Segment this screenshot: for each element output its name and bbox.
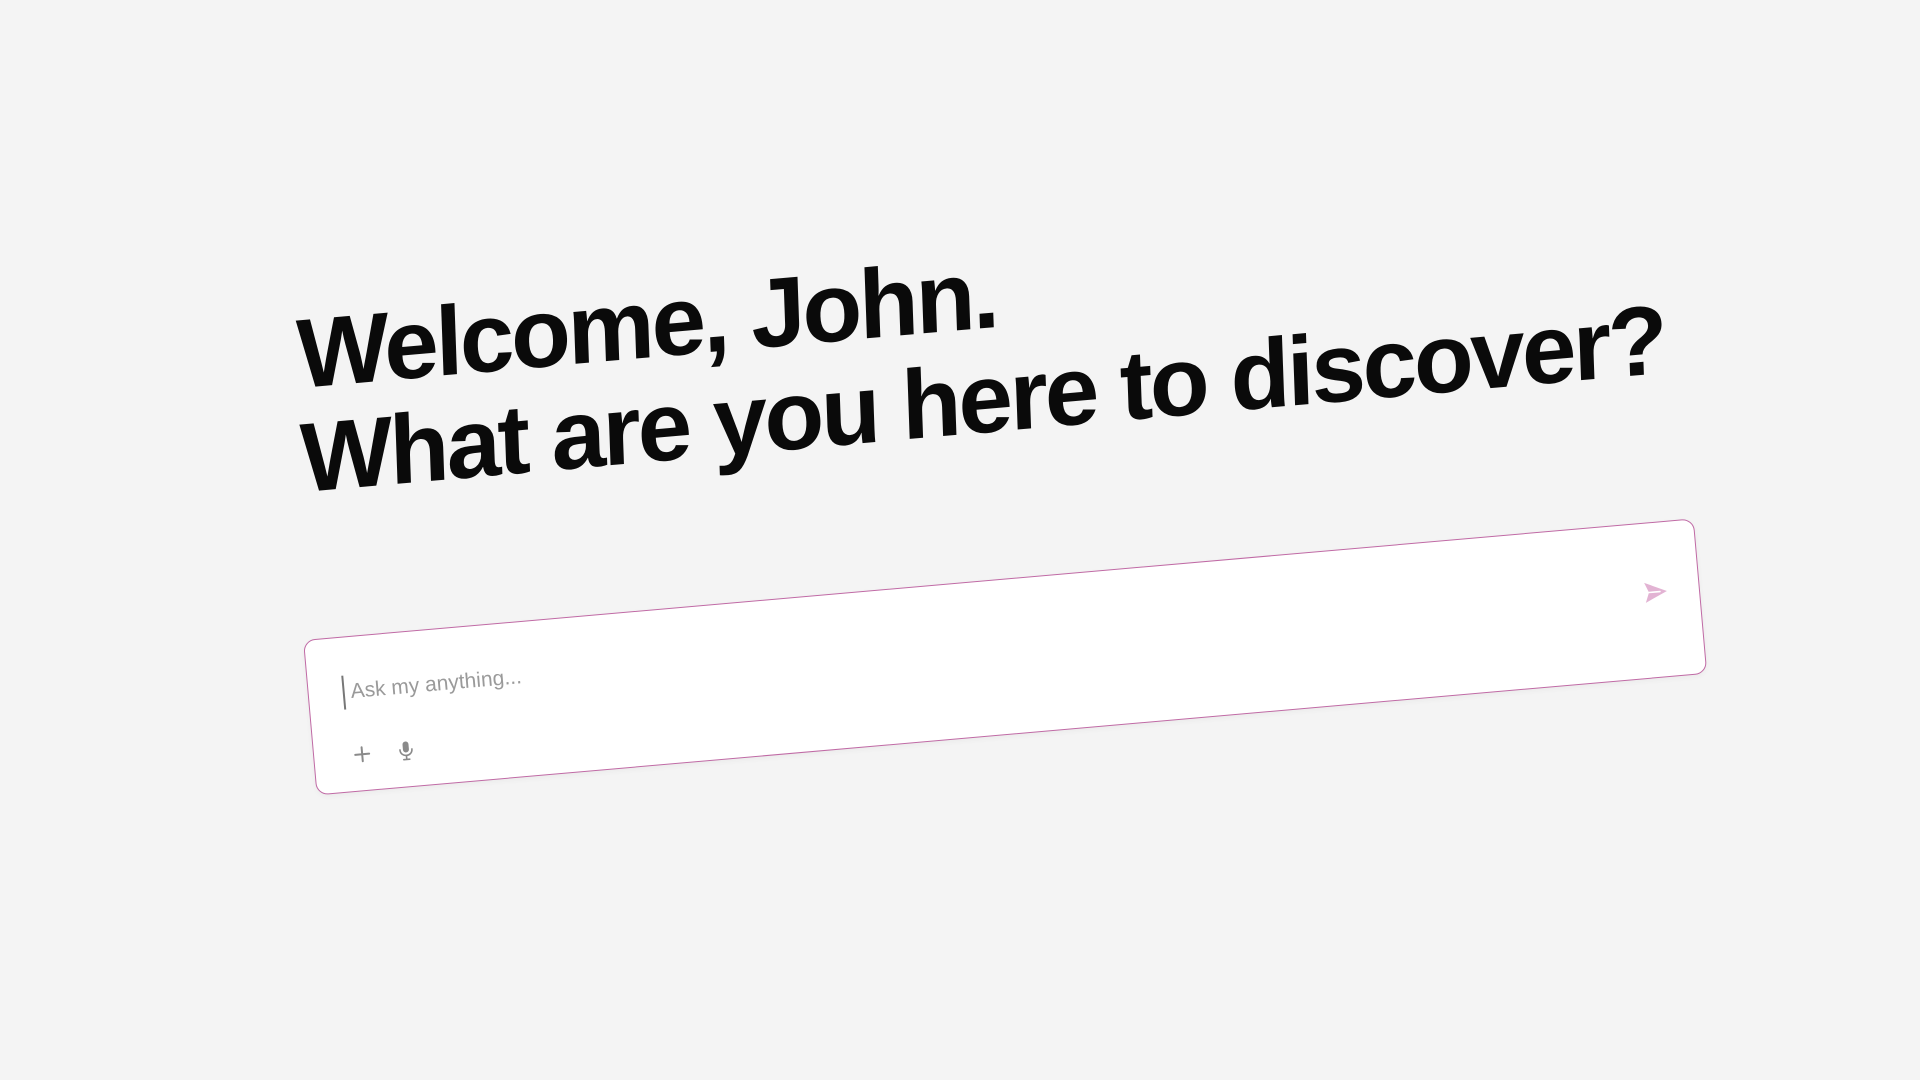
page: Welcome, John. What are you here to disc… (0, 0, 1920, 1080)
welcome-headline: Welcome, John. What are you here to disc… (295, 177, 1727, 513)
add-attachment-button[interactable] (347, 739, 377, 769)
send-icon (1644, 582, 1667, 603)
chat-composer[interactable] (303, 518, 1708, 796)
ask-input[interactable] (341, 570, 1548, 710)
plus-icon (354, 746, 371, 763)
voice-input-button[interactable] (391, 735, 421, 765)
send-button[interactable] (1638, 573, 1675, 610)
microphone-icon (399, 741, 413, 761)
hero: Welcome, John. What are you here to disc… (295, 177, 1727, 513)
